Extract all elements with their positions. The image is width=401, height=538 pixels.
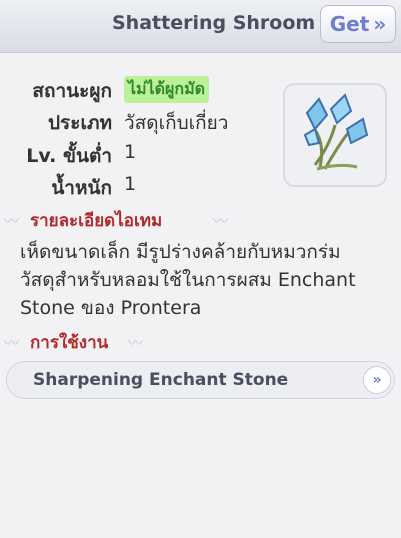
type-label: ประเภท <box>47 112 112 134</box>
weight-value: 1 <box>124 173 137 195</box>
double-chevron-right-icon[interactable]: » <box>363 366 391 394</box>
section-deco-left: 〰 <box>4 334 20 352</box>
usage-item-label: Sharpening Enchant Stone <box>33 370 289 390</box>
get-button[interactable]: Get » <box>320 5 396 43</box>
item-title: Shattering Shroom <box>112 12 316 34</box>
weight-label: น้ำหนัก <box>51 177 112 199</box>
get-button-label: Get <box>329 12 370 36</box>
blue-crystal-mushroom-icon <box>303 93 369 171</box>
bind-status-label: สถานะผูก <box>32 80 112 102</box>
section-deco-left: 〰 <box>4 212 20 230</box>
usage-section-title: การใช้งาน <box>30 333 109 353</box>
description-line: Stone ของ Prontera <box>20 297 202 319</box>
section-deco-right: 〰 <box>213 212 229 230</box>
description-line: เห็ดขนาดเล็ก มีรูปร่างคล้ายกับหมวกร่ม <box>20 241 341 263</box>
min-level-label: Lv. ขั้นต่ำ <box>26 145 112 167</box>
usage-item-sharpening-enchant-stone[interactable]: Sharpening Enchant Stone » <box>6 361 395 399</box>
section-deco-right: 〰 <box>128 334 144 352</box>
item-header: Shattering Shroom Get » <box>0 0 401 53</box>
type-value: วัสดุเก็บเกี่ยว <box>124 112 229 134</box>
description-line: วัสดุสำหรับหลอมใช้ในการผสม Enchant <box>20 269 356 291</box>
bind-status-badge: ไม่ได้ผูกมัด <box>124 76 210 103</box>
item-icon-frame <box>283 83 387 187</box>
double-chevron-right-icon: » <box>373 12 387 36</box>
min-level-value: 1 <box>124 141 137 163</box>
details-section-title: รายละเอียดไอเทม <box>30 211 163 231</box>
item-description: เห็ดขนาดเล็ก มีรูปร่างคล้ายกับหมวกร่ม วั… <box>20 238 390 322</box>
